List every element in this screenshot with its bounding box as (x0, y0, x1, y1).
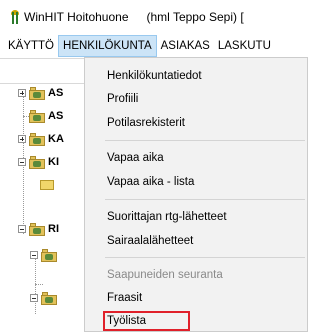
collapse-icon[interactable] (30, 251, 38, 259)
tree-node[interactable]: AS (18, 84, 63, 102)
tree-node-label: RI (48, 223, 59, 235)
tree-node-label: KA (48, 133, 64, 145)
tree-node-label: KI (48, 156, 59, 168)
folder-icon (29, 86, 45, 100)
folder-icon (41, 291, 57, 305)
tree-node[interactable]: RI (18, 220, 59, 238)
tree-node-label: AS (48, 87, 64, 99)
tree-view: AS AS KA KI RI (0, 84, 84, 332)
tree-node[interactable]: KA (18, 130, 64, 148)
menu-item-fraasit[interactable]: Fraasit (107, 287, 142, 309)
menu-separator (105, 140, 305, 141)
folder-icon (29, 132, 45, 146)
menu-separator (105, 257, 305, 258)
tree-node-label: AS (48, 110, 64, 122)
tree-node[interactable]: AS (18, 107, 63, 125)
flower-plant-icon (10, 10, 20, 24)
menu-separator (105, 199, 305, 200)
menu-item-sairaalalahetteet[interactable]: Sairaalalähetteet (107, 230, 193, 252)
menu-item-potilasrekisterit[interactable]: Potilasrekisterit (107, 112, 185, 134)
window-user-info: (hml Teppo Sepi) [ (146, 10, 244, 24)
menu-item-profiili[interactable]: Profiili (107, 88, 138, 110)
tree-node[interactable]: KI (18, 153, 59, 171)
folder-icon (29, 155, 45, 169)
tree-leaf[interactable] (40, 176, 54, 194)
menu-bar: KÄYTTÖ HENKILÖKUNTA ASIAKAS LASKUTU (0, 35, 308, 57)
title-bar: WinHIT Hoitohuone (hml Teppo Sepi) [ (0, 0, 308, 34)
collapse-icon[interactable] (18, 158, 26, 166)
menu-laskutus[interactable]: LASKUTU (214, 35, 275, 57)
henkilokunta-dropdown-menu: Henkilökuntatiedot Profiili Potilasrekis… (84, 57, 308, 332)
menu-item-suorittajan-rtg-lahetteet[interactable]: Suorittajan rtg-lähetteet (107, 206, 227, 228)
expand-icon[interactable] (18, 135, 26, 143)
folder-icon (29, 222, 45, 236)
window-title: WinHIT Hoitohuone (24, 10, 129, 24)
menu-asiakas[interactable]: ASIAKAS (157, 35, 214, 57)
tree-node[interactable] (30, 246, 60, 264)
tyolista-highlight-box (103, 311, 190, 331)
menu-henkilokunta[interactable]: HENKILÖKUNTA (58, 35, 157, 57)
folder-icon (29, 109, 45, 123)
menu-kaytto[interactable]: KÄYTTÖ (0, 35, 58, 57)
menu-item-henkilokuntatiedot[interactable]: Henkilökuntatiedot (107, 65, 202, 87)
collapse-icon[interactable] (18, 225, 26, 233)
folder-icon (41, 248, 57, 262)
expand-icon[interactable] (18, 89, 26, 97)
tree-node[interactable] (30, 289, 60, 307)
document-icon (40, 180, 54, 190)
menu-item-vapaa-aika-lista[interactable]: Vapaa aika - lista (107, 171, 194, 193)
collapse-icon[interactable] (30, 294, 38, 302)
menu-item-vapaa-aika[interactable]: Vapaa aika (107, 147, 164, 169)
menu-item-saapuneiden-seuranta: Saapuneiden seuranta (107, 269, 223, 281)
